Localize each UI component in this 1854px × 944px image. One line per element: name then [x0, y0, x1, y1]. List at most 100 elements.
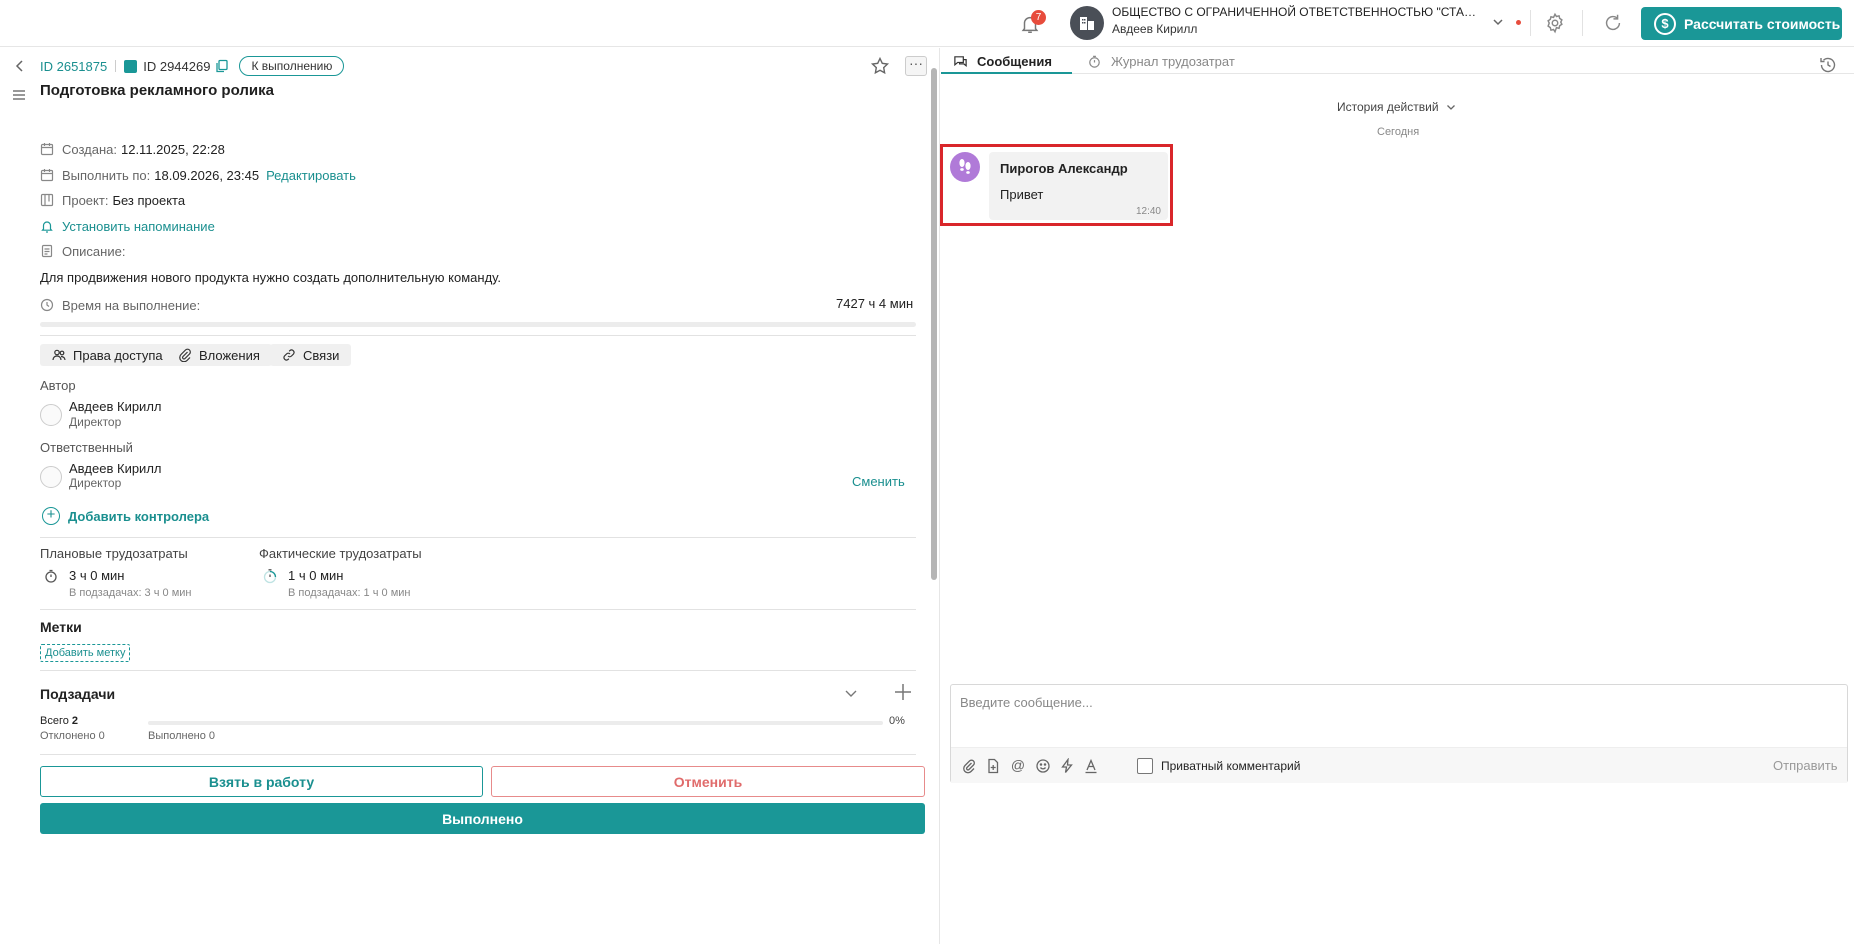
- message-text: Привет: [1000, 187, 1044, 202]
- board-icon: [40, 193, 54, 207]
- task-panel: ID 2651875 ID 2944269 К выполнению ··· П…: [0, 48, 940, 944]
- subtasks-progress-bar: [148, 721, 883, 725]
- avatar[interactable]: [40, 466, 62, 488]
- users-icon: [52, 349, 66, 361]
- chat-icon: [954, 55, 967, 67]
- history-icon[interactable]: [1818, 55, 1838, 75]
- add-controller-label: Добавить контролера: [68, 508, 210, 524]
- refresh-icon[interactable]: [1602, 12, 1624, 34]
- tab-messages[interactable]: Сообщения: [953, 48, 1052, 74]
- text-format-icon[interactable]: [1083, 758, 1099, 774]
- add-tag-button[interactable]: Добавить метку: [40, 644, 131, 662]
- task-header: ID 2651875 ID 2944269 К выполнению: [40, 56, 345, 76]
- edit-due-link[interactable]: Редактировать: [266, 168, 356, 183]
- message-input[interactable]: [951, 685, 1847, 747]
- history-actions-toggle[interactable]: История действий: [1337, 100, 1457, 114]
- stopwatch-icon: [45, 569, 57, 583]
- avatar[interactable]: [950, 152, 980, 182]
- paperclip-icon: [179, 348, 191, 362]
- subtasks-total: Всего 2: [40, 715, 78, 727]
- more-options-button[interactable]: ···: [905, 56, 927, 76]
- cancel-button[interactable]: Отменить: [491, 766, 925, 797]
- task-id[interactable]: ID 2651875: [40, 59, 107, 74]
- document-icon: [41, 244, 53, 258]
- project-row: Проект: Без проекта: [40, 191, 185, 209]
- footprints-icon: [959, 159, 971, 174]
- actual-effort-value: 1 ч 0 мин: [288, 568, 344, 583]
- due-row: Выполнить по: 18.09.2026, 23:45 Редактир…: [40, 166, 356, 184]
- calculate-cost-button[interactable]: $ Рассчитать стоимость: [1641, 7, 1842, 40]
- chevron-down-icon[interactable]: [843, 685, 859, 701]
- take-to-work-button[interactable]: Взять в работу: [40, 766, 483, 797]
- building-icon: [1080, 17, 1094, 30]
- private-comment-checkbox[interactable]: [1137, 758, 1153, 774]
- gear-icon[interactable]: [1544, 12, 1566, 34]
- sub-id[interactable]: ID 2944269: [143, 59, 210, 74]
- done-button[interactable]: Выполнено: [40, 803, 925, 834]
- attachments-chip[interactable]: Вложения: [166, 344, 272, 366]
- author-role: Директор: [69, 415, 122, 429]
- chevron-left-icon[interactable]: [12, 58, 28, 74]
- change-assignee-link[interactable]: Сменить: [852, 474, 905, 489]
- avatar[interactable]: [40, 404, 62, 426]
- message-time: 12:40: [1135, 206, 1161, 217]
- chevron-down-icon[interactable]: [1490, 14, 1506, 30]
- tab-effort-journal-label: Журнал трудозатрат: [1111, 53, 1235, 69]
- calendar-icon: [40, 169, 54, 182]
- lightning-icon[interactable]: [1059, 758, 1075, 774]
- subtasks-rejected: Отклонено 0: [40, 730, 105, 742]
- subtasks-progress-value: 0%: [889, 715, 905, 727]
- chat-message[interactable]: Пирогов Александр Привет 12:40: [989, 152, 1168, 220]
- org-avatar[interactable]: [1070, 6, 1104, 40]
- assignee-label: Ответственный: [40, 440, 133, 455]
- tab-messages-label: Сообщения: [977, 53, 1052, 69]
- send-button[interactable]: Отправить: [1773, 758, 1837, 773]
- links-chip[interactable]: Связи: [270, 344, 352, 366]
- divider: [40, 754, 916, 755]
- divider: [40, 609, 916, 610]
- reminder-row[interactable]: Установить напоминание: [40, 217, 215, 235]
- access-rights-label: Права доступа: [73, 347, 163, 363]
- description-label: Описание:: [62, 243, 126, 259]
- actual-effort-label: Фактические трудозатраты: [259, 546, 422, 561]
- attachments-label: Вложения: [199, 347, 260, 363]
- assignee-name[interactable]: Авдеев Кирилл: [69, 461, 162, 476]
- top-bar: 7 ОБЩЕСТВО С ОГРАНИЧЕННОЙ ОТВЕТСТВЕННОСТ…: [0, 0, 1854, 47]
- task-title: Подготовка рекламного ролика: [40, 82, 274, 99]
- notifications-bell[interactable]: 7: [1016, 10, 1046, 38]
- paperclip-icon[interactable]: [961, 758, 977, 774]
- file-add-icon[interactable]: [985, 758, 1001, 774]
- time-label: Время на выполнение:: [62, 297, 201, 313]
- star-icon[interactable]: [870, 56, 890, 76]
- org-name[interactable]: ОБЩЕСТВО С ОГРАНИЧЕННОЙ ОТВЕТСТВЕННОСТЬЮ…: [1112, 5, 1482, 19]
- plus-icon[interactable]: [893, 682, 913, 702]
- composer-toolbar: @ Приватный комментарий Отправить: [951, 747, 1847, 783]
- tags-title: Метки: [40, 619, 82, 635]
- mention-icon[interactable]: @: [1010, 757, 1026, 773]
- menu-icon[interactable]: [11, 87, 27, 103]
- emoji-icon[interactable]: [1035, 758, 1051, 774]
- subtasks-total-label: Всего: [40, 715, 69, 727]
- access-rights-chip[interactable]: Права доступа: [40, 344, 175, 366]
- planned-effort-value: 3 ч 0 мин: [69, 568, 125, 583]
- time-row: Время на выполнение:: [40, 296, 204, 314]
- message-author: Пирогов Александр: [1000, 161, 1128, 176]
- divider: [40, 670, 916, 671]
- private-comment-label[interactable]: Приватный комментарий: [1161, 759, 1300, 773]
- author-name[interactable]: Авдеев Кирилл: [69, 399, 162, 414]
- divider: [1530, 10, 1531, 36]
- status-badge[interactable]: К выполнению: [239, 56, 345, 76]
- scrollbar[interactable]: [931, 68, 937, 580]
- copy-icon[interactable]: [215, 59, 229, 73]
- actual-effort-sub: В подзадачах: 1 ч 0 мин: [288, 587, 411, 599]
- planned-effort-sub: В подзадачах: 3 ч 0 мин: [69, 587, 192, 599]
- add-controller-button[interactable]: + Добавить контролера: [42, 507, 209, 525]
- link-icon: [283, 349, 295, 361]
- project-value[interactable]: Без проекта: [112, 193, 185, 208]
- links-label: Связи: [303, 347, 340, 363]
- description-text: Для продвижения нового продукта нужно со…: [40, 270, 501, 285]
- tab-effort-journal[interactable]: Журнал трудозатрат: [1087, 48, 1235, 74]
- divider: [115, 60, 117, 72]
- set-reminder-link[interactable]: Установить напоминание: [62, 219, 215, 234]
- notifications-badge: 7: [1031, 10, 1046, 25]
